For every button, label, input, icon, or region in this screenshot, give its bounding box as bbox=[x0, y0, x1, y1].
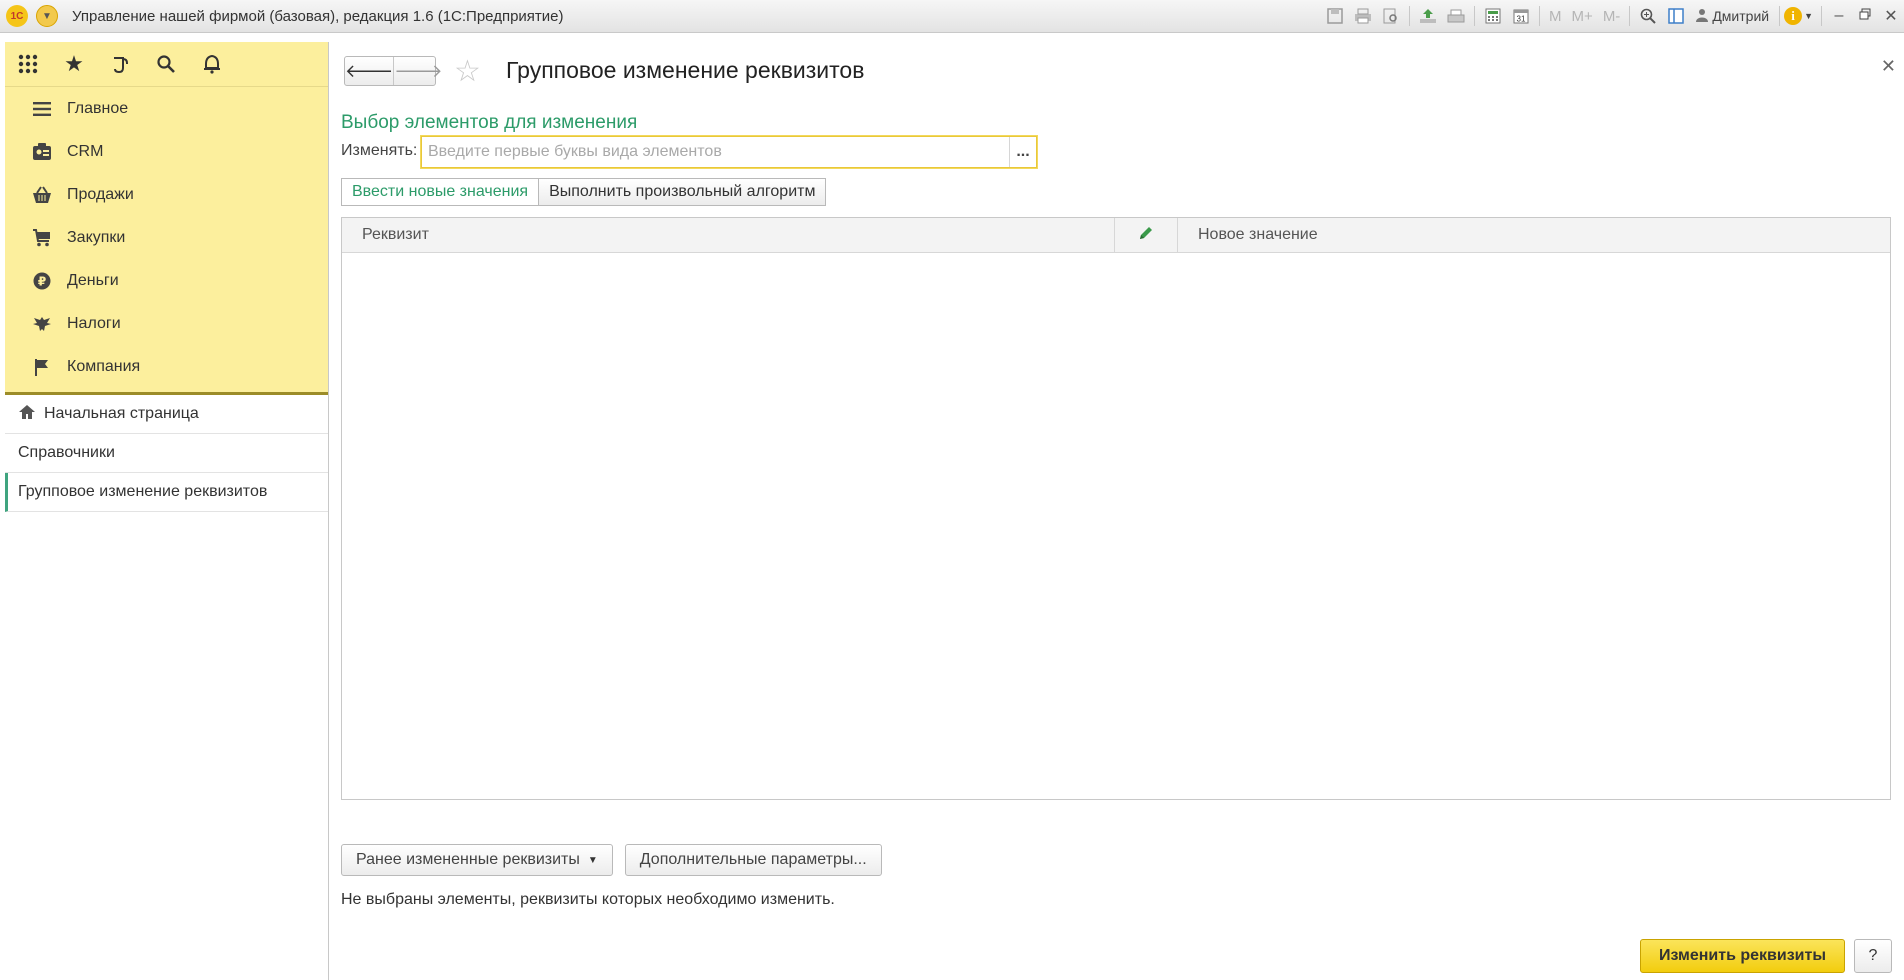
close-window-icon[interactable]: ✕ bbox=[1878, 6, 1904, 26]
sidebar-item-money[interactable]: ₽ Деньги bbox=[5, 259, 328, 302]
history-icon[interactable] bbox=[97, 42, 143, 86]
panels-icon[interactable] bbox=[1665, 5, 1687, 27]
extra-params-button[interactable]: Дополнительные параметры... bbox=[624, 844, 882, 876]
toolbar-divider bbox=[1779, 6, 1781, 26]
open-windows-list: Начальная страница Справочники Групповое… bbox=[5, 395, 328, 512]
open-window-catalogs[interactable]: Справочники bbox=[5, 434, 328, 473]
tab-new-values[interactable]: Ввести новые значения bbox=[341, 178, 540, 206]
tab-custom-algorithm[interactable]: Выполнить произвольный алгоритм bbox=[539, 178, 827, 206]
section-title: Выбор элементов для изменения bbox=[341, 112, 638, 133]
open-window-home[interactable]: Начальная страница bbox=[5, 395, 328, 434]
close-form-icon[interactable]: ✕ bbox=[1881, 56, 1896, 77]
sidebar-item-company[interactable]: Компания bbox=[5, 345, 328, 388]
sidebar-item-crm[interactable]: CRM bbox=[5, 130, 328, 173]
sidebar-item-label: Компания bbox=[67, 357, 141, 375]
zoom-icon[interactable] bbox=[1637, 5, 1659, 27]
chevron-down-icon: ▼ bbox=[587, 854, 598, 866]
calculator-icon[interactable] bbox=[1482, 5, 1504, 27]
main-form: 🡐 🡒 ☆ Групповое изменение реквизитов ✕ В… bbox=[330, 42, 1904, 980]
previously-changed-button[interactable]: Ранее измененные реквизиты ▼ bbox=[341, 844, 613, 876]
toolbar-divider bbox=[1409, 6, 1411, 26]
mode-tabs: Ввести новые значения Выполнить произвол… bbox=[341, 178, 827, 206]
sidebar-item-purchases[interactable]: Закупки bbox=[5, 216, 328, 259]
toolbar-divider bbox=[1629, 6, 1631, 26]
favorite-star-icon[interactable]: ☆ bbox=[454, 54, 481, 89]
eagle-icon bbox=[27, 315, 57, 333]
sidebar: ★ Главное CRM Продажи Закупки ₽ Деньги Н… bbox=[5, 42, 329, 980]
open-window-label: Начальная страница bbox=[44, 405, 199, 422]
sidebar-item-label: Налоги bbox=[67, 314, 121, 332]
memory-plus-button[interactable]: M+ bbox=[1572, 8, 1593, 25]
toolbar-divider bbox=[1539, 6, 1541, 26]
page-title: Групповое изменение реквизитов bbox=[506, 57, 865, 83]
ruble-icon: ₽ bbox=[27, 272, 57, 290]
element-kind-input[interactable]: Введите первые буквы вида элементов ... bbox=[421, 136, 1037, 168]
toolbar-divider bbox=[1821, 6, 1822, 26]
element-kind-placeholder: Введите первые буквы вида элементов bbox=[428, 143, 722, 160]
change-field-label: Изменять: bbox=[341, 142, 418, 159]
user-icon bbox=[1696, 8, 1709, 25]
sidebar-item-main[interactable]: Главное bbox=[5, 87, 328, 130]
memory-minus-button[interactable]: M- bbox=[1603, 8, 1621, 25]
main-menu-dropdown-icon[interactable]: ▼ bbox=[36, 5, 58, 27]
sidebar-item-label: Деньги bbox=[67, 271, 119, 289]
open-window-label: Групповое изменение реквизитов bbox=[18, 483, 268, 500]
info-icon[interactable]: i bbox=[1784, 7, 1803, 25]
info-dropdown-icon[interactable]: ▼ bbox=[1804, 11, 1813, 21]
sidebar-item-sales[interactable]: Продажи bbox=[5, 173, 328, 216]
calendar-icon[interactable]: 31 bbox=[1510, 5, 1532, 27]
app-logo-icon[interactable]: 1С bbox=[6, 5, 28, 27]
sidebar-item-label: CRM bbox=[67, 142, 104, 160]
app-title: Управление нашей фирмой (базовая), редак… bbox=[72, 7, 564, 25]
cart-icon bbox=[27, 228, 57, 247]
star-icon[interactable]: ★ bbox=[51, 42, 97, 86]
minimize-icon[interactable]: – bbox=[1826, 7, 1852, 25]
select-button[interactable]: ... bbox=[1009, 137, 1036, 167]
basket-icon bbox=[27, 185, 57, 204]
memory-m-button[interactable]: M bbox=[1549, 8, 1562, 25]
svg-text:31: 31 bbox=[1517, 15, 1526, 24]
upload-icon[interactable] bbox=[1417, 5, 1439, 27]
open-window-group-change[interactable]: Групповое изменение реквизитов bbox=[5, 473, 328, 512]
column-header-edit[interactable] bbox=[1114, 218, 1178, 252]
open-window-label: Справочники bbox=[18, 444, 115, 461]
print-icon[interactable] bbox=[1352, 5, 1374, 27]
preview-icon[interactable] bbox=[1380, 5, 1402, 27]
attributes-table[interactable]: Реквизит Новое значение bbox=[341, 217, 1891, 800]
toolbar-divider bbox=[1474, 6, 1476, 26]
apps-grid-icon[interactable] bbox=[5, 42, 51, 86]
user-name: Дмитрий bbox=[1712, 8, 1770, 24]
sidebar-item-label: Главное bbox=[67, 99, 129, 117]
bell-icon[interactable] bbox=[189, 42, 235, 86]
restore-icon[interactable] bbox=[1852, 7, 1878, 25]
menu-icon bbox=[27, 101, 57, 117]
save-icon[interactable] bbox=[1324, 5, 1346, 27]
change-attributes-button[interactable]: Изменить реквизиты bbox=[1640, 939, 1845, 973]
sections-panel: ★ Главное CRM Продажи Закупки ₽ Деньги Н… bbox=[5, 42, 328, 395]
back-arrow-icon[interactable]: 🡐 bbox=[345, 57, 393, 85]
pencil-icon bbox=[1138, 225, 1154, 246]
user-menu[interactable]: Дмитрий bbox=[1696, 8, 1769, 25]
sidebar-item-taxes[interactable]: Налоги bbox=[5, 302, 328, 345]
sidebar-toolbar: ★ bbox=[5, 42, 328, 87]
sidebar-item-label: Продажи bbox=[67, 185, 134, 203]
svg-text:₽: ₽ bbox=[38, 274, 46, 288]
help-button[interactable]: ? bbox=[1854, 939, 1892, 973]
scanner-icon[interactable] bbox=[1445, 5, 1467, 27]
forward-arrow-icon[interactable]: 🡒 bbox=[393, 57, 443, 85]
flag-icon bbox=[27, 358, 57, 376]
navigation-buttons: 🡐 🡒 bbox=[344, 56, 443, 86]
crm-icon bbox=[27, 142, 57, 161]
bottom-toolbar: Ранее измененные реквизиты ▼ Дополнитель… bbox=[341, 844, 894, 876]
sidebar-item-label: Закупки bbox=[67, 228, 126, 246]
home-icon bbox=[18, 404, 36, 425]
column-header-new-value[interactable]: Новое значение bbox=[1178, 226, 1318, 244]
previously-changed-label: Ранее измененные реквизиты bbox=[356, 851, 580, 868]
column-header-attribute[interactable]: Реквизит bbox=[342, 226, 1114, 244]
status-message: Не выбраны элементы, реквизиты которых н… bbox=[341, 891, 835, 908]
search-icon[interactable] bbox=[143, 42, 189, 86]
table-header: Реквизит Новое значение bbox=[342, 218, 1890, 253]
title-bar: 1С ▼ Управление нашей фирмой (базовая), … bbox=[0, 0, 1904, 33]
